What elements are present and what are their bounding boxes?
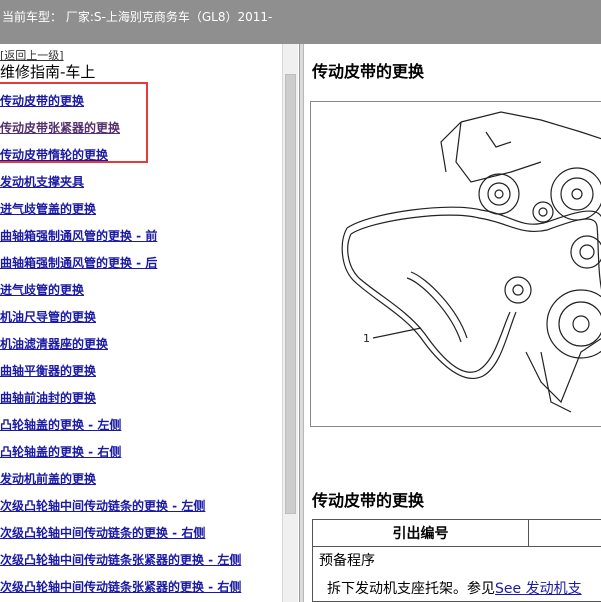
nav-link-secondary-chain-tensioner-left[interactable]: 次级凸轮轴中间传动链条张紧器的更换 - 左侧	[0, 551, 282, 578]
nav-link-pcv-tube-rear[interactable]: 曲轴箱强制通风管的更换 - 后	[0, 254, 282, 281]
nav-link-camshaft-cover-left[interactable]: 凸轮轴盖的更换 - 左侧	[0, 416, 282, 443]
nav-link-belt-tensioner-replacement[interactable]: 传动皮带张紧器的更换	[0, 119, 282, 146]
nav-link-belt-idler-replacement[interactable]: 传动皮带惰轮的更换	[0, 146, 282, 173]
nav-title: 维修指南-车上	[0, 63, 96, 81]
nav-link-secondary-chain-left[interactable]: 次级凸轮轴中间传动链条的更换 - 左侧	[0, 497, 282, 524]
drive-belt-diagram: 1	[310, 101, 601, 427]
vehicle-value: 厂家:S-上海别克商务车（GL8）2011-	[65, 10, 273, 24]
navigation-pane: [返回上一级] 维修指南-车上 传动皮带的更换 传动皮带张紧器的更换 传动皮带惰…	[0, 44, 299, 602]
prep-step-text: 拆下发动机支座托架。参见	[327, 581, 495, 597]
nav-link-engine-support-fixture[interactable]: 发动机支撑夹具	[0, 173, 282, 200]
prep-procedure-label: 预备程序	[319, 553, 375, 569]
drive-belt-illustration: 1	[341, 111, 601, 413]
nav-link-list: 传动皮带的更换 传动皮带张紧器的更换 传动皮带惰轮的更换 发动机支撑夹具 进气歧…	[0, 92, 282, 602]
nav-scrollbar[interactable]	[282, 44, 298, 602]
nav-link-dipstick-tube[interactable]: 机油尺导管的更换	[0, 308, 282, 335]
nav-link-secondary-chain-right[interactable]: 次级凸轮轴中间传动链条的更换 - 右侧	[0, 524, 282, 551]
nav-link-intake-manifold[interactable]: 进气歧管的更换	[0, 281, 282, 308]
nav-link-pcv-tube-front[interactable]: 曲轴箱强制通风管的更换 - 前	[0, 227, 282, 254]
content-pane: 传动皮带的更换 1 传动皮带的更换 引出编号 预备程序 拆下发动机支座托架。参见…	[304, 44, 601, 602]
vehicle-header: 当前车型： 厂家:S-上海别克商务车（GL8）2011-	[0, 0, 601, 44]
prep-step: 拆下发动机支座托架。参见See 发动机支	[319, 578, 601, 598]
nav-link-crankshaft-front-seal[interactable]: 曲轴前油封的更换	[0, 389, 282, 416]
section2-title: 传动皮带的更换	[312, 491, 425, 510]
nav-link-engine-front-cover[interactable]: 发动机前盖的更换	[0, 470, 282, 497]
nav-scrollbar-thumb[interactable]	[285, 74, 296, 514]
callout-table-header-empty	[528, 519, 601, 547]
nav-link-camshaft-cover-right[interactable]: 凸轮轴盖的更换 - 右侧	[0, 443, 282, 470]
callout-number: 1	[363, 332, 370, 345]
nav-link-intake-manifold-cover[interactable]: 进气歧管盖的更换	[0, 200, 282, 227]
callout-table: 引出编号 预备程序 拆下发动机支座托架。参见See 发动机支	[312, 519, 601, 602]
callout-table-header: 引出编号	[312, 519, 529, 547]
nav-link-secondary-chain-tensioner-right[interactable]: 次级凸轮轴中间传动链条张紧器的更换 - 右侧	[0, 578, 282, 602]
prep-procedure-cell: 预备程序 拆下发动机支座托架。参见See 发动机支	[312, 546, 601, 602]
nav-link-crankshaft-balancer[interactable]: 曲轴平衡器的更换	[0, 362, 282, 389]
see-engine-link[interactable]: See 发动机支	[495, 581, 582, 597]
vehicle-label: 当前车型：	[2, 10, 63, 24]
content-title: 传动皮带的更换	[312, 62, 425, 81]
nav-link-oil-filter-adapter[interactable]: 机油滤清器座的更换	[0, 335, 282, 362]
nav-link-drive-belt-replacement[interactable]: 传动皮带的更换	[0, 92, 282, 119]
